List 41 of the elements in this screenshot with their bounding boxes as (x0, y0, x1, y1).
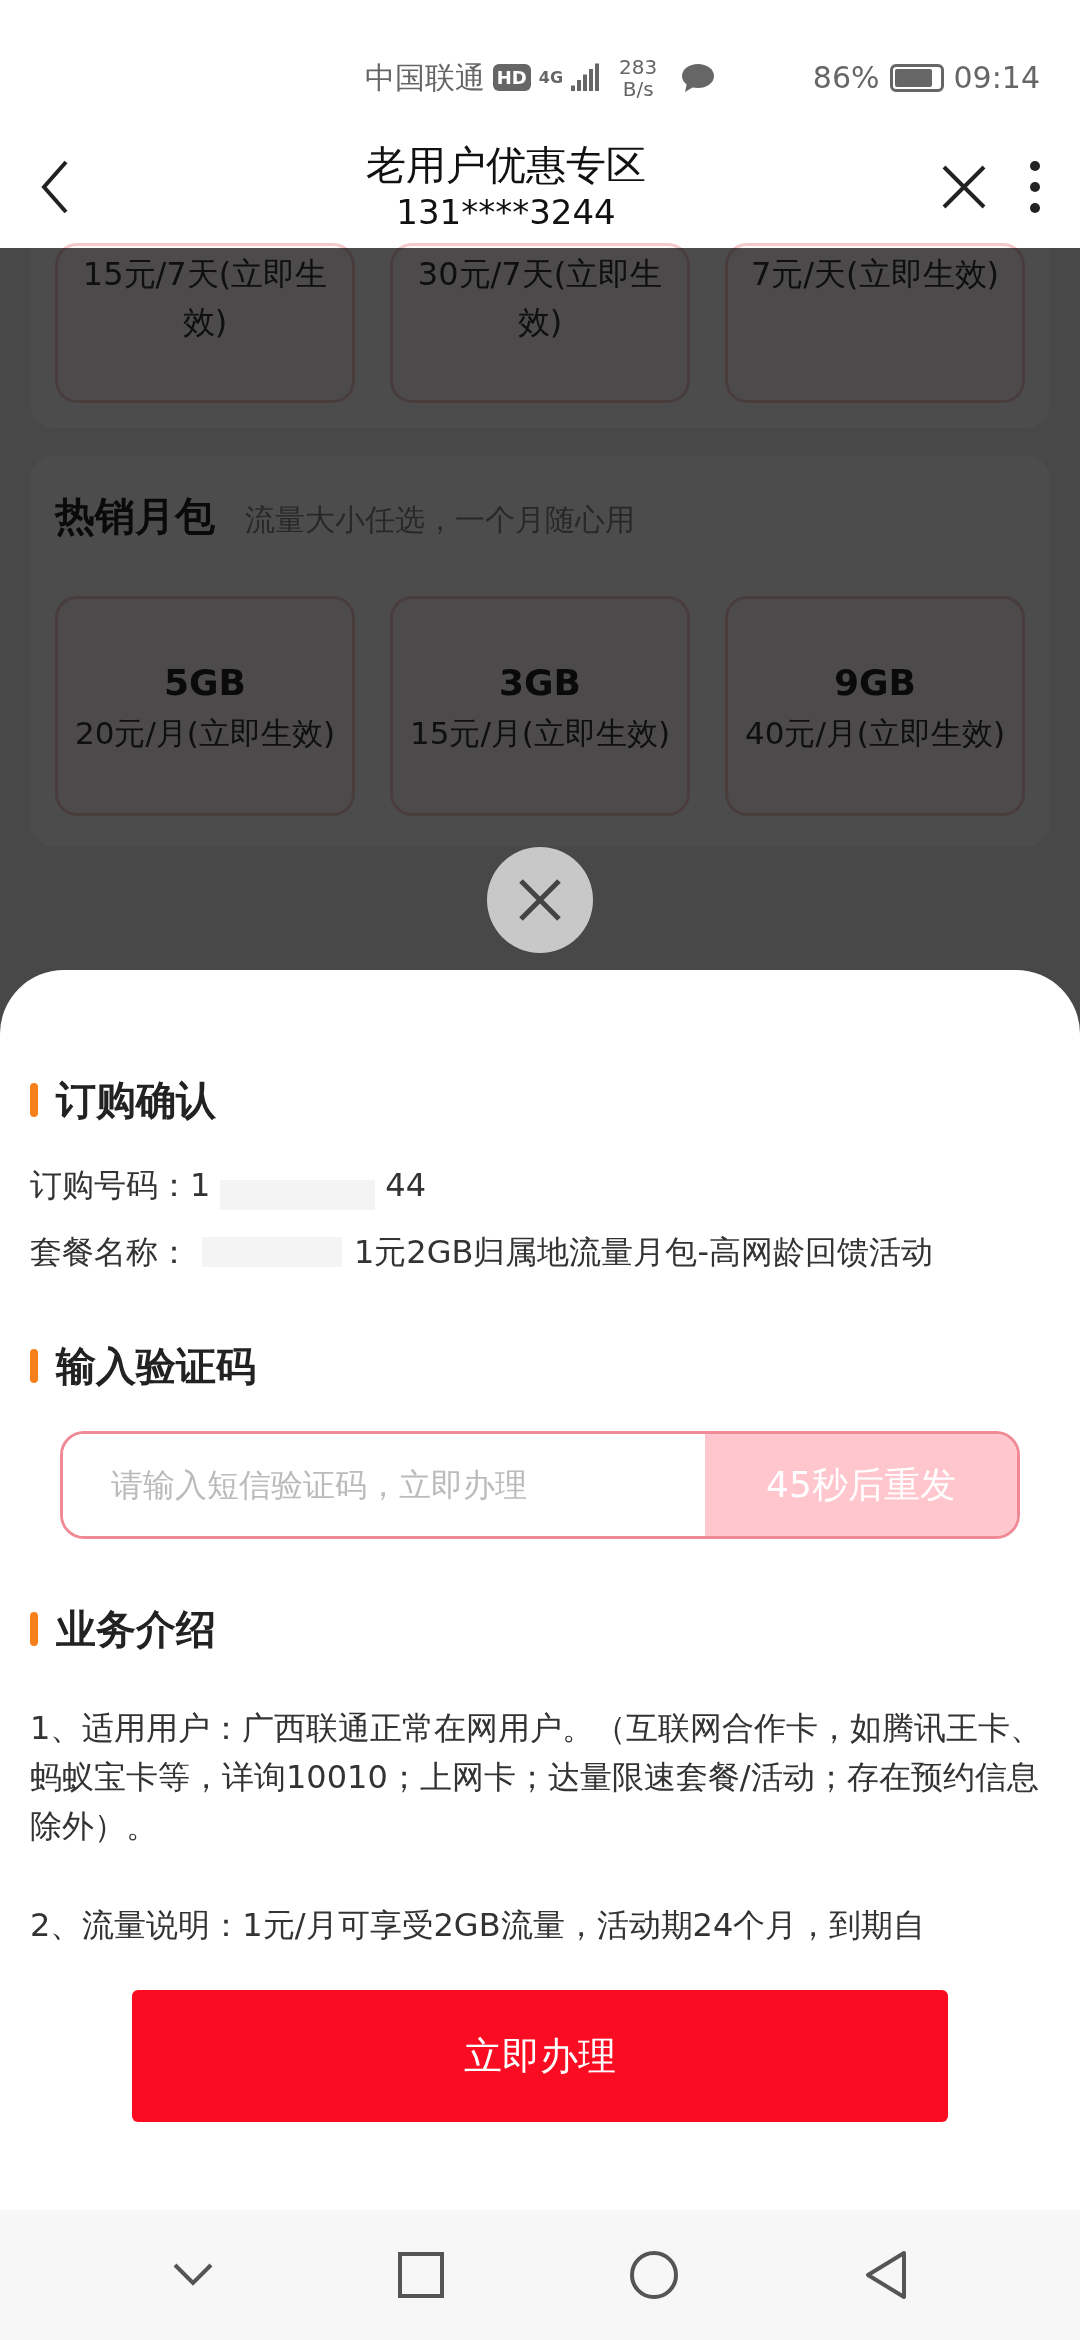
close-icon[interactable] (942, 164, 986, 209)
home-icon[interactable] (628, 2250, 679, 2300)
back-icon[interactable] (863, 2250, 908, 2300)
clock: 09:14 (953, 59, 1040, 97)
more-icon[interactable] (1030, 160, 1040, 213)
recents-icon[interactable] (397, 2252, 444, 2298)
intro-paragraph: 1、适用用户：广西联通正常在网用户。（互联网合作卡，如腾讯王卡、蚂蚁宝卡等，详询10010；上网卡；达量限速套餐/活动；存在预约信息除外）。 (30, 1708, 1044, 1847)
data-size: 3GB (498, 660, 581, 705)
close-icon (518, 878, 562, 922)
battery-percent: 86% (812, 59, 880, 97)
accent-bar (30, 1612, 38, 1646)
submit-button[interactable]: 立即办理 (132, 1990, 948, 2122)
intro-paragraph: 2、流量说明：1元/月可享受2GB流量，活动期24个月，到期自 (30, 1905, 927, 1946)
network-type: 4G (538, 66, 564, 89)
order-number-end: 44 (385, 1165, 427, 1206)
carrier-name: 中国联通 (364, 59, 485, 97)
signal-icon (571, 62, 602, 93)
accent-bar (30, 1349, 38, 1383)
chat-icon (681, 62, 716, 93)
package-price: 15元/月(立即生效) (409, 713, 671, 753)
page-title: 老用户优惠专区 (366, 140, 646, 190)
data-size: 5GB (163, 660, 246, 705)
hd-badge: HD (492, 64, 531, 91)
section-heading: 订购确认 (56, 1076, 216, 1125)
package-name: 1元2GB归属地流量月包-高网龄回馈活动 (354, 1232, 933, 1273)
field-label: 订购号码： (30, 1165, 190, 1206)
battery-icon (889, 63, 944, 92)
section-title: 热销月包 (55, 492, 215, 541)
package-price: 20元/月(立即生效) (74, 713, 336, 753)
back-icon[interactable] (40, 159, 70, 214)
phone-number: 131****3244 (396, 190, 616, 234)
field-label: 套餐名称： (30, 1232, 190, 1273)
data-size: 9GB (833, 660, 916, 705)
order-number-start: 1 (190, 1165, 211, 1206)
section-heading: 业务介绍 (56, 1605, 216, 1654)
section-heading: 输入验证码 (56, 1342, 256, 1391)
package-price: 40元/月(立即生效) (744, 713, 1006, 753)
chevron-down-icon[interactable] (172, 2263, 213, 2287)
accent-bar (30, 1083, 38, 1117)
speed-unit: B/s (622, 77, 654, 100)
speed-value: 283 (619, 55, 658, 78)
